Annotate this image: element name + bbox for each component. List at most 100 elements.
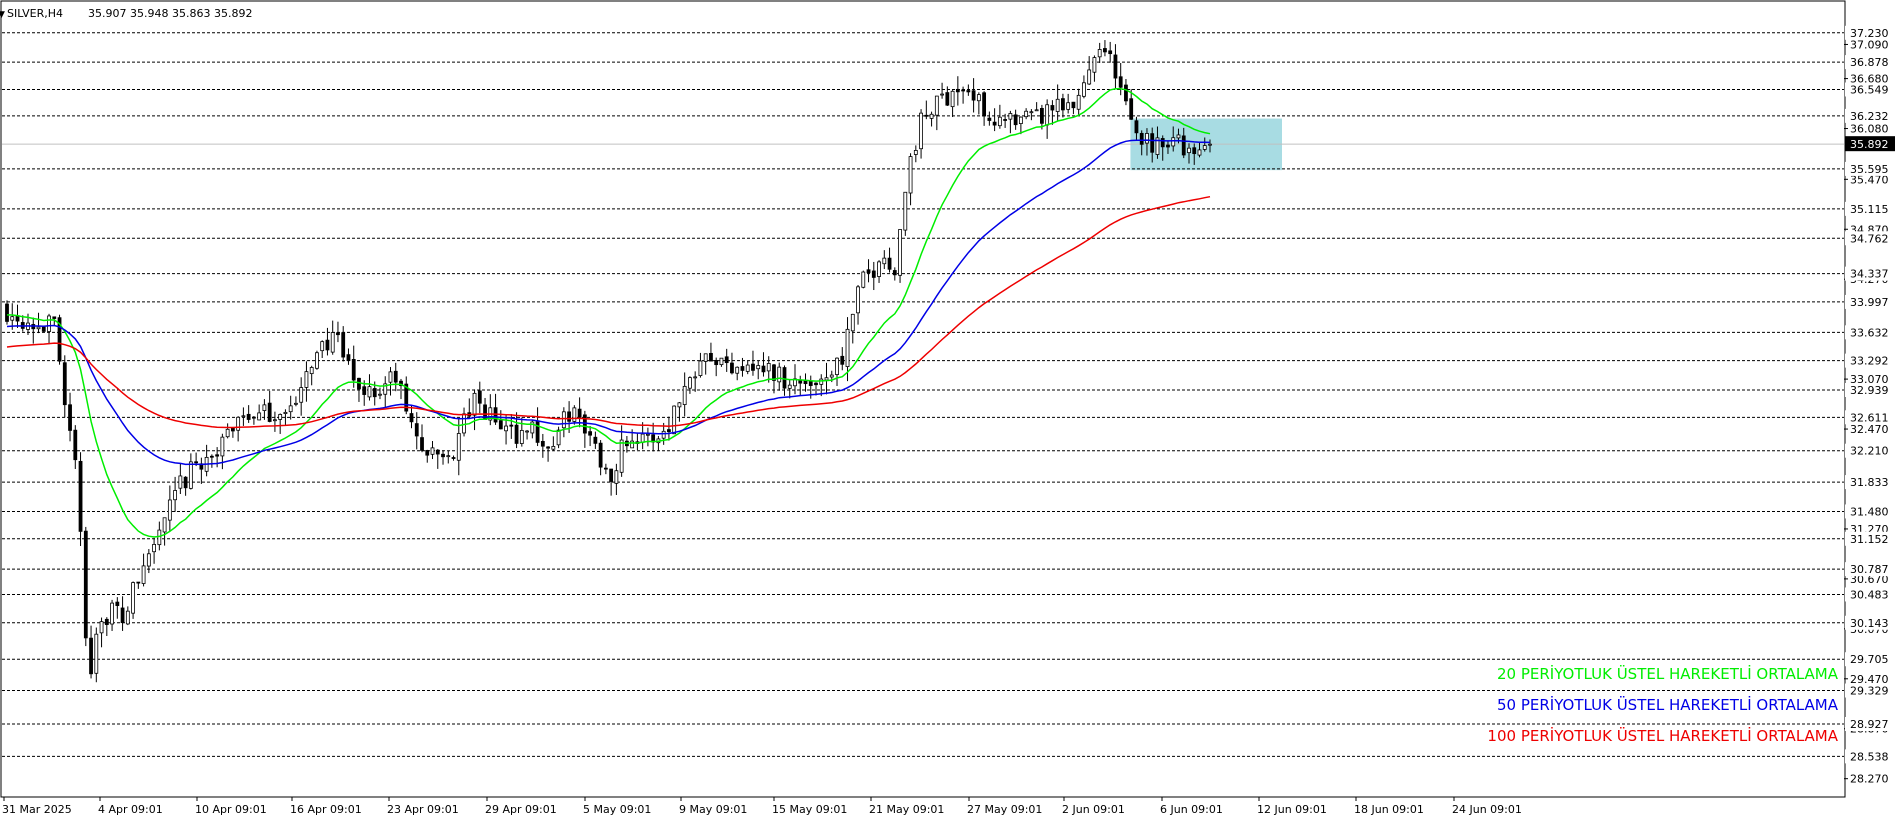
- candle-body: [824, 377, 829, 381]
- candle-body: [509, 424, 514, 427]
- candle-body: [756, 365, 761, 370]
- level-label: 30.483: [1850, 588, 1889, 601]
- level-label: 33.632: [1850, 326, 1889, 339]
- candle-body: [241, 415, 246, 418]
- candle-body: [929, 113, 934, 119]
- candle-body: [167, 499, 172, 521]
- level-label: 33.292: [1850, 355, 1889, 368]
- candle-body: [940, 93, 944, 96]
- candle-body: [472, 392, 477, 416]
- price-chart[interactable]: 37.09036.68036.08035.47034.87034.27033.0…: [0, 0, 1896, 820]
- candle-body: [856, 286, 860, 314]
- candle-body: [1145, 133, 1149, 144]
- time-axis-label: 21 May 09:01: [869, 803, 944, 816]
- candle-body: [1113, 54, 1118, 79]
- candle-body: [976, 94, 981, 102]
- candle-body: [173, 490, 178, 501]
- candle-body: [188, 461, 193, 489]
- candle-body: [320, 341, 325, 352]
- level-label: 28.538: [1850, 750, 1889, 763]
- level-label: 36.549: [1850, 83, 1889, 96]
- candle-body: [283, 411, 288, 414]
- candle-body: [315, 352, 319, 369]
- symbol-header: SILVER,H4: [7, 7, 63, 20]
- header-menu-icon[interactable]: ▼: [0, 10, 5, 20]
- time-axis-label: 29 Apr 09:01: [485, 803, 557, 816]
- candle-body: [903, 191, 908, 231]
- candle-body: [425, 450, 430, 456]
- candle-body: [209, 455, 214, 458]
- candle-body: [1118, 76, 1123, 88]
- candle-body: [950, 90, 955, 108]
- candle-body: [1139, 132, 1144, 145]
- candle-body: [299, 387, 304, 403]
- time-axis-label: 10 Apr 09:01: [195, 803, 267, 816]
- candle-body: [252, 416, 256, 419]
- candle-body: [110, 602, 114, 625]
- level-label: 35.115: [1850, 203, 1889, 216]
- candle-body: [178, 475, 183, 489]
- candle-body: [819, 378, 824, 385]
- candle-body: [99, 621, 104, 634]
- candle-body: [619, 439, 624, 473]
- candle-body: [835, 357, 839, 376]
- level-label: 32.939: [1850, 384, 1889, 397]
- candle-body: [257, 412, 262, 421]
- candle-body: [588, 431, 593, 436]
- candle-body: [672, 405, 677, 435]
- candle-body: [861, 271, 866, 288]
- candle-body: [577, 408, 582, 418]
- candle-body: [78, 460, 83, 532]
- candle-body: [441, 453, 445, 458]
- candle-body: [987, 117, 992, 121]
- candle-body: [41, 326, 46, 332]
- candle-body: [267, 402, 272, 422]
- candle-body: [325, 339, 330, 351]
- candle-body: [341, 332, 346, 358]
- level-label: 34.337: [1850, 268, 1889, 281]
- candle-body: [1129, 98, 1134, 120]
- candle-body: [682, 385, 687, 405]
- candle-body: [751, 363, 755, 371]
- candle-body: [582, 414, 587, 434]
- level-label: 33.997: [1850, 296, 1889, 309]
- candle-body: [336, 332, 340, 336]
- time-axis-label: 18 Jun 09:01: [1354, 803, 1424, 816]
- candle-body: [1097, 49, 1102, 58]
- candle-body: [152, 543, 156, 553]
- candle-body: [1171, 137, 1176, 147]
- candle-body: [36, 326, 41, 330]
- candle-body: [362, 386, 367, 395]
- candle-body: [761, 365, 766, 373]
- candle-body: [1181, 135, 1186, 156]
- candle-body: [1176, 134, 1181, 139]
- candle-body: [498, 420, 503, 430]
- candle-body: [157, 529, 162, 546]
- level-label: 35.595: [1850, 163, 1889, 176]
- time-axis-label: 9 May 09:01: [679, 803, 747, 816]
- candle-body: [262, 404, 267, 411]
- candle-body: [714, 359, 719, 366]
- candle-body: [908, 156, 913, 194]
- candle-body: [246, 413, 251, 420]
- candle-body: [372, 388, 377, 398]
- candle-body: [1187, 147, 1191, 154]
- candle-body: [194, 461, 199, 464]
- candle-body: [871, 270, 876, 278]
- candle-body: [982, 92, 987, 117]
- level-label: 29.329: [1850, 685, 1889, 698]
- candle-body: [782, 367, 787, 389]
- candle-body: [877, 261, 881, 277]
- chart-container[interactable]: 37.09036.68036.08035.47034.87034.27033.0…: [0, 0, 1896, 820]
- candle-body: [357, 377, 361, 390]
- candle-body: [504, 425, 508, 432]
- candle-body: [772, 364, 776, 381]
- candle-body: [131, 582, 135, 614]
- price-axis-label: 32.470: [1850, 423, 1889, 436]
- candle-body: [609, 468, 614, 482]
- candle-body: [1018, 116, 1023, 124]
- candle-body: [225, 428, 230, 438]
- candle-body: [414, 423, 419, 437]
- candle-body: [598, 442, 603, 468]
- candle-body: [456, 433, 461, 461]
